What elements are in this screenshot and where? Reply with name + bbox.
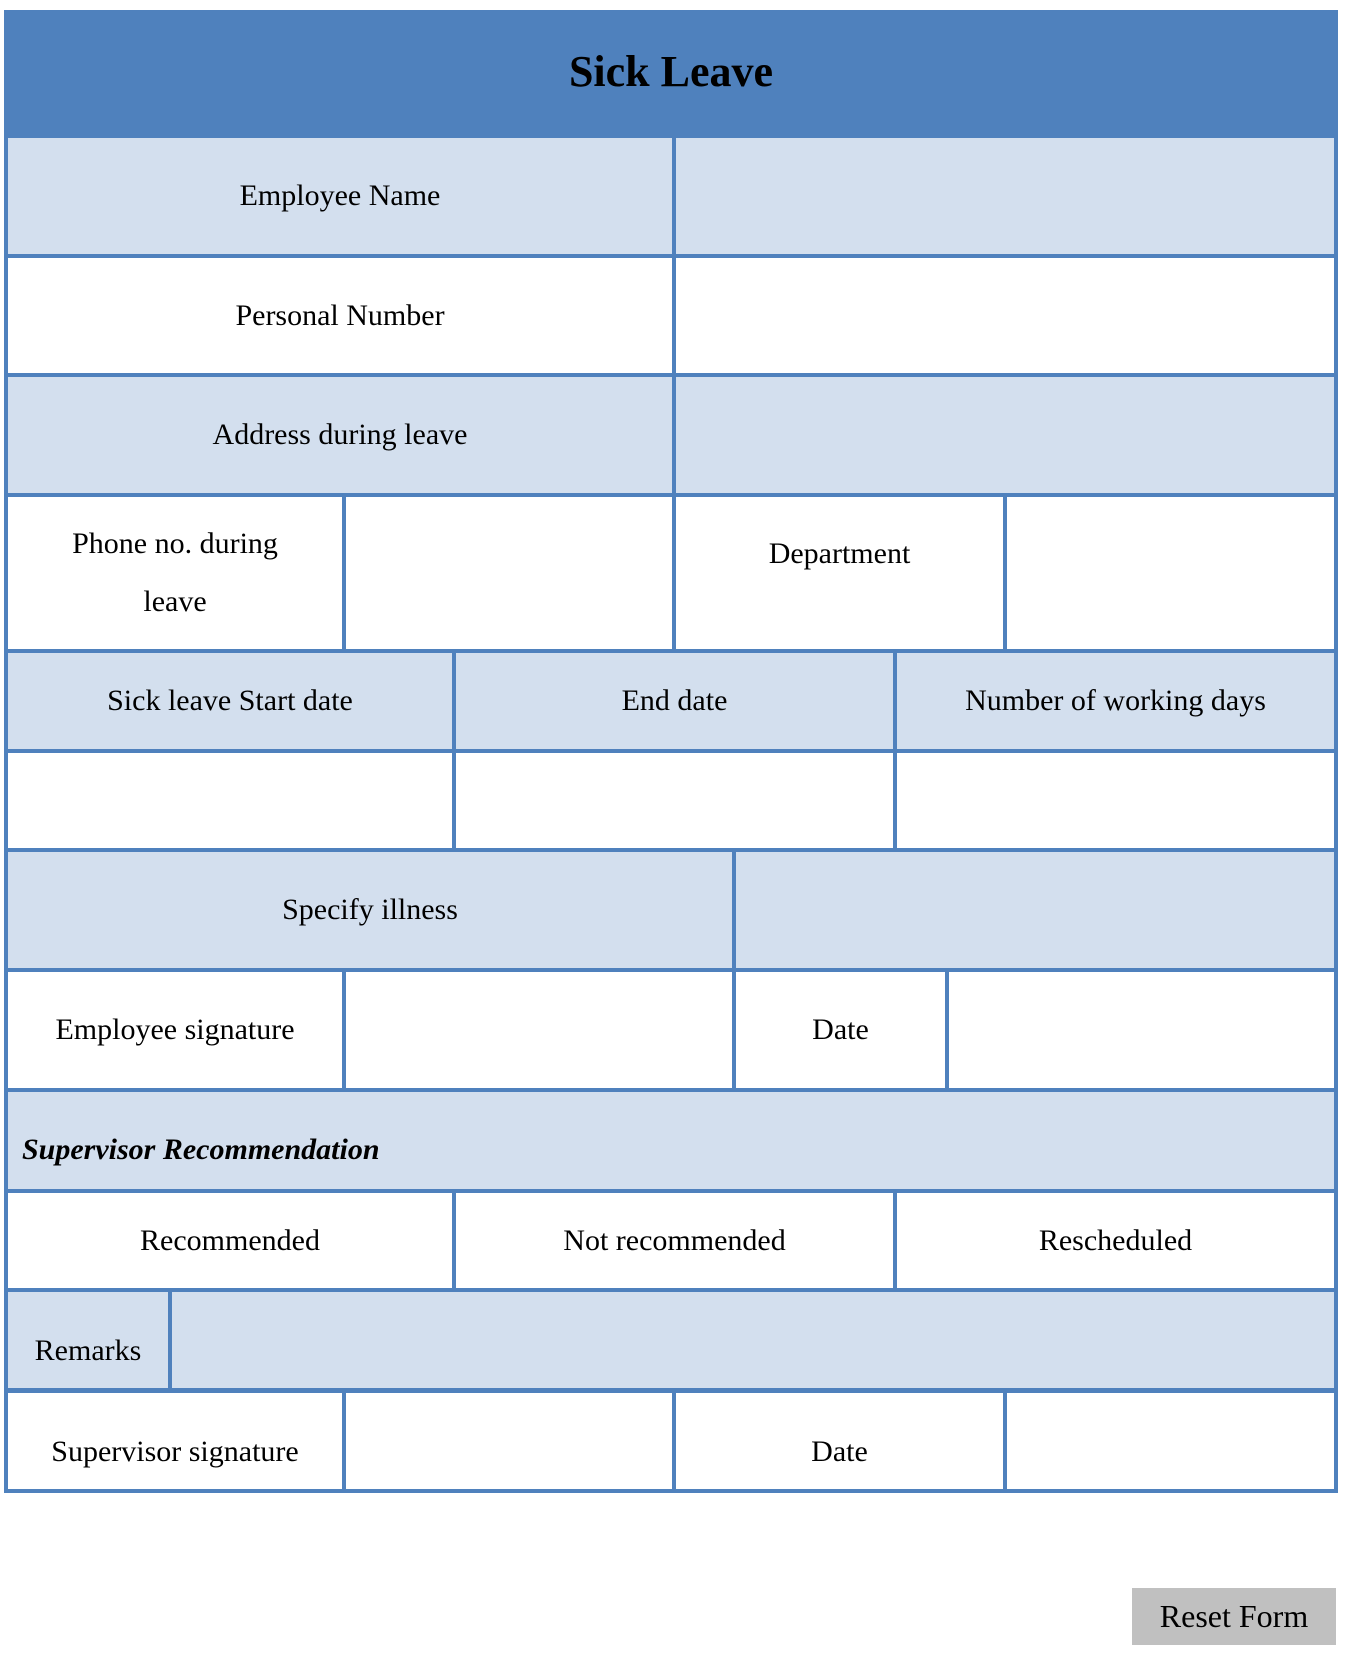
phone-field[interactable] bbox=[346, 497, 672, 649]
address-label: Address during leave bbox=[8, 377, 672, 493]
form-title: Sick Leave bbox=[4, 10, 1338, 134]
rescheduled-option[interactable]: Rescheduled bbox=[897, 1193, 1334, 1288]
end-date-label: End date bbox=[456, 653, 893, 749]
address-field[interactable] bbox=[676, 377, 1334, 493]
working-days-label: Number of working days bbox=[897, 653, 1334, 749]
supervisor-signature-field[interactable] bbox=[346, 1393, 672, 1489]
personal-number-field[interactable] bbox=[676, 258, 1334, 373]
specify-illness-field[interactable] bbox=[736, 852, 1334, 968]
supervisor-date-label: Date bbox=[676, 1393, 1003, 1489]
personal-number-label: Personal Number bbox=[8, 258, 672, 373]
recommended-option[interactable]: Recommended bbox=[8, 1193, 452, 1288]
supervisor-section-heading: Supervisor Recommendation bbox=[8, 1092, 1334, 1189]
start-date-field[interactable] bbox=[8, 753, 452, 848]
employee-date-field[interactable] bbox=[949, 972, 1334, 1088]
employee-signature-field[interactable] bbox=[346, 972, 732, 1088]
employee-date-label: Date bbox=[736, 972, 945, 1088]
working-days-field[interactable] bbox=[897, 753, 1334, 848]
department-field[interactable] bbox=[1007, 497, 1334, 649]
remarks-label: Remarks bbox=[8, 1292, 168, 1388]
reset-form-button[interactable]: Reset Form bbox=[1132, 1588, 1336, 1645]
phone-label: Phone no. during leave bbox=[8, 497, 342, 649]
remarks-field[interactable] bbox=[172, 1292, 1334, 1388]
specify-illness-label: Specify illness bbox=[8, 852, 732, 968]
start-date-label: Sick leave Start date bbox=[8, 653, 452, 749]
supervisor-date-field[interactable] bbox=[1007, 1393, 1334, 1489]
department-label: Department bbox=[676, 497, 1003, 649]
employee-name-field[interactable] bbox=[676, 138, 1334, 254]
end-date-field[interactable] bbox=[456, 753, 893, 848]
employee-name-label: Employee Name bbox=[8, 138, 672, 254]
sick-leave-form: Sick Leave Employee Name Personal Number… bbox=[4, 10, 1338, 1493]
employee-signature-label: Employee signature bbox=[8, 972, 342, 1088]
supervisor-signature-label: Supervisor signature bbox=[8, 1393, 342, 1489]
not-recommended-option[interactable]: Not recommended bbox=[456, 1193, 893, 1288]
